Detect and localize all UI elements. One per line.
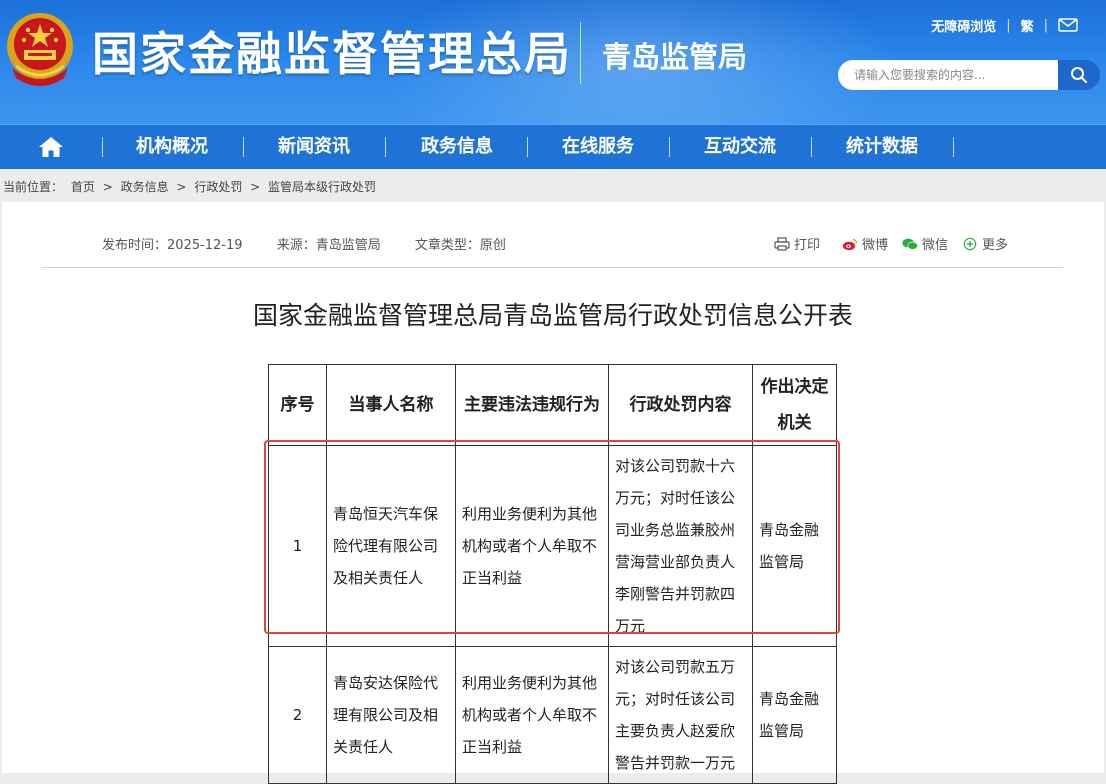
article-type: 文章类型：原创 [414, 238, 506, 253]
more-link[interactable]: 更多 [982, 234, 1008, 253]
print-icon[interactable] [774, 236, 790, 251]
search-box [838, 60, 1058, 90]
nav-divider [953, 137, 954, 157]
search-button[interactable] [1058, 60, 1100, 90]
meta-divider [42, 267, 1063, 268]
nav-divider [385, 137, 386, 157]
nav-divider [102, 137, 103, 157]
breadcrumb-home[interactable]: 首页 [71, 180, 95, 194]
penalty-table: 序号 当事人名称 主要违法违规行为 行政处罚内容 作出决定机关 1 青岛恒天汽车… [268, 364, 837, 784]
cell-violation: 利用业务便利为其他机构或者个人牟取不正当利益 [455, 646, 609, 784]
nav-divider [243, 137, 244, 157]
traditional-chinese-link[interactable]: 繁 [1021, 16, 1034, 35]
nav-item-statistics[interactable]: 统计数据 [846, 125, 918, 169]
breadcrumb: 当前位置： 首页 > 政务信息 > 行政处罚 > 监管局本级行政处罚 [3, 178, 380, 195]
header-party: 当事人名称 [326, 364, 456, 446]
main-nav: 机构概况 新闻资讯 政务信息 在线服务 互动交流 统计数据 [0, 124, 1106, 169]
top-links: 无障碍浏览 | 繁 | [931, 14, 1078, 36]
header-banner: 国家金融监督管理总局 青岛监管局 无障碍浏览 | 繁 | [0, 0, 1106, 124]
more-icon[interactable] [962, 237, 978, 251]
cell-no: 1 [268, 445, 327, 647]
sub-org-title: 青岛监管局 [602, 40, 748, 74]
national-emblem-icon [7, 13, 73, 86]
cell-authority: 青岛金融监管局 [752, 445, 837, 647]
nav-item-news[interactable]: 新闻资讯 [278, 125, 350, 169]
search-icon [1071, 67, 1088, 84]
cell-party: 青岛安达保险代理有限公司及相关责任人 [326, 646, 456, 784]
cell-no: 2 [268, 646, 327, 784]
publish-time: 发布时间：2025-12-19 [102, 238, 243, 253]
nav-divider [669, 137, 670, 157]
header-violation: 主要违法违规行为 [455, 364, 609, 446]
article-meta: 发布时间：2025-12-19 来源：青岛监管局 文章类型：原创 [102, 234, 536, 253]
breadcrumb-separator: > [250, 180, 261, 194]
wechat-link[interactable]: 微信 [922, 234, 948, 253]
cell-violation: 利用业务便利为其他机构或者个人牟取不正当利益 [455, 445, 609, 647]
mail-icon[interactable] [1058, 18, 1078, 32]
breadcrumb-penalty[interactable]: 行政处罚 [194, 180, 242, 194]
cell-authority: 青岛金融监管局 [752, 646, 837, 784]
table-row: 2 青岛安达保险代理有限公司及相关责任人 利用业务便利为其他机构或者个人牟取不正… [268, 646, 837, 784]
link-separator: | [1043, 17, 1048, 33]
weibo-link[interactable]: 微博 [862, 234, 888, 253]
breadcrumb-separator: > [102, 180, 113, 194]
nav-item-about[interactable]: 机构概况 [136, 125, 208, 169]
link-separator: | [1006, 17, 1011, 33]
home-icon[interactable] [38, 136, 64, 158]
nav-item-interaction[interactable]: 互动交流 [704, 125, 776, 169]
header-no: 序号 [268, 364, 327, 446]
search-input[interactable] [852, 67, 1056, 83]
org-title: 国家金融监督管理总局 [92, 27, 572, 81]
table-header-row: 序号 当事人名称 主要违法违规行为 行政处罚内容 作出决定机关 [268, 364, 837, 446]
breadcrumb-government-info[interactable]: 政务信息 [121, 180, 169, 194]
wechat-icon[interactable] [902, 237, 918, 251]
nav-divider [811, 137, 812, 157]
print-link[interactable]: 打印 [794, 234, 820, 253]
table-row: 1 青岛恒天汽车保险代理有限公司及相关责任人 利用业务便利为其他机构或者个人牟取… [268, 445, 837, 647]
share-bar: 打印 微博 微信 更多 [774, 234, 1008, 253]
accessibility-link[interactable]: 无障碍浏览 [931, 16, 996, 35]
title-divider [580, 22, 581, 84]
cell-party: 青岛恒天汽车保险代理有限公司及相关责任人 [326, 445, 456, 647]
article-title: 国家金融监督管理总局青岛监管局行政处罚信息公开表 [252, 301, 853, 330]
nav-divider [527, 137, 528, 157]
cell-penalty: 对该公司罚款十六万元；对时任该公司业务总监兼胶州营海营业部负责人李刚警告并罚款四… [608, 445, 753, 647]
header-penalty: 行政处罚内容 [608, 364, 753, 446]
cell-penalty: 对该公司罚款五万元；对时任该公司主要负责人赵爱欣警告并罚款一万元 [608, 646, 753, 784]
nav-item-online-service[interactable]: 在线服务 [562, 125, 634, 169]
breadcrumb-label: 当前位置： [3, 180, 64, 194]
nav-item-government-info[interactable]: 政务信息 [421, 125, 493, 169]
article-source: 来源：青岛监管局 [276, 238, 381, 253]
header-authority: 作出决定机关 [752, 364, 837, 446]
breadcrumb-current[interactable]: 监管局本级行政处罚 [268, 180, 376, 194]
weibo-icon[interactable] [842, 237, 858, 251]
breadcrumb-separator: > [176, 180, 187, 194]
